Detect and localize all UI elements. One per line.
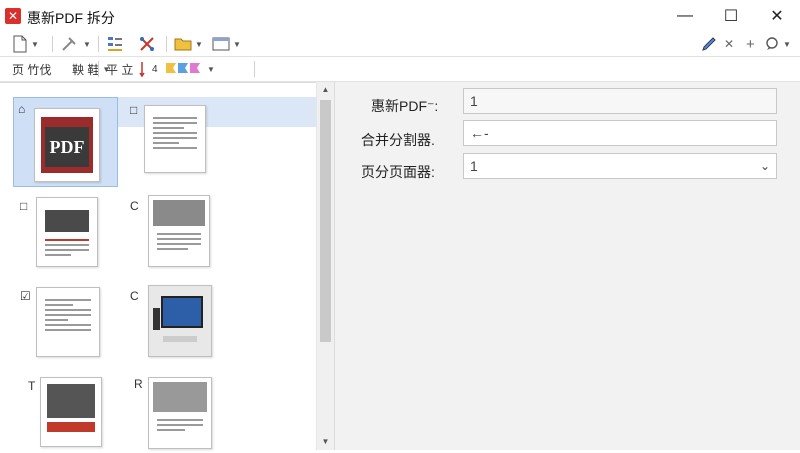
minimize-button[interactable]: —	[662, 0, 708, 32]
toolbar-divider	[98, 36, 99, 52]
page-button[interactable]: 页 竹伐	[12, 59, 51, 79]
list-icon	[108, 37, 122, 51]
window-icon	[212, 37, 230, 51]
chat-icon	[766, 37, 778, 50]
folder-icon	[174, 38, 192, 51]
thumbnail-cell[interactable]: ☑	[20, 283, 110, 363]
splitter-field[interactable]: ←-	[463, 120, 777, 146]
sort-icon	[139, 62, 145, 78]
view-button[interactable]: ▼	[212, 34, 241, 54]
window-title: 惠新PDF 拆分	[27, 10, 115, 26]
thumbnail-scrollbar[interactable]: ▲ ▼	[316, 82, 334, 450]
list-button[interactable]	[106, 34, 124, 54]
image-block	[47, 422, 95, 432]
new-document-button[interactable]: ▼	[12, 34, 39, 54]
image-block	[47, 384, 95, 418]
marker-label: C	[130, 199, 139, 213]
tools-icon	[62, 37, 76, 51]
thumbnail-panel: ⌂ PDF □ □ C ☑ C T R	[0, 82, 316, 451]
toolbar-main: ▼ ▼ ▼ ▼ ✕ + ▼	[0, 32, 800, 57]
toolbar-divider	[254, 61, 255, 77]
pen-button[interactable]	[700, 34, 718, 54]
close-small-button[interactable]: ✕	[724, 34, 734, 54]
thumbnail-cell[interactable]: ⌂ PDF	[13, 97, 118, 187]
chevron-down-icon: ▼	[207, 64, 215, 74]
chevron-down-icon: ▼	[195, 39, 203, 49]
field-label: 页分页面器:	[361, 164, 435, 180]
scroll-up-icon[interactable]: ▲	[317, 82, 334, 98]
text-lines	[45, 296, 91, 334]
format-label: 鞅 鞋	[72, 62, 100, 77]
open-folder-button[interactable]: ▼	[174, 34, 203, 54]
scissors-icon	[140, 37, 154, 51]
flag-icon	[166, 63, 200, 73]
page-thumbnail	[144, 105, 206, 173]
field-label: 合并分割器.	[361, 132, 435, 148]
flags-button[interactable]: ▼	[164, 59, 215, 79]
field-label: 惠新PDF⁻:	[371, 98, 439, 114]
thumbnail-cell[interactable]: C	[130, 193, 220, 273]
text-lines	[153, 114, 197, 152]
marker-label: C	[130, 289, 139, 303]
keyboard-image	[163, 336, 197, 342]
image-block	[153, 200, 205, 226]
document-icon	[13, 35, 27, 53]
pen-icon	[702, 37, 716, 51]
chevron-down-icon: ▼	[783, 39, 791, 49]
speaker-image	[153, 308, 160, 330]
app-icon: ✕	[5, 8, 21, 24]
thumbnail-cell[interactable]: R	[130, 373, 220, 453]
marker-label: □	[20, 199, 28, 213]
marker-label: T	[28, 379, 36, 393]
page-thumbnail	[148, 285, 212, 357]
toolbar-secondary: 页 竹伐 鞅 鞋 ▼ 平 立 4 ▼	[0, 57, 800, 82]
text-lines	[45, 236, 89, 259]
title-bar: ✕ 惠新PDF 拆分 — ☐ ✕	[0, 0, 800, 32]
select-value: 1	[470, 158, 478, 174]
scroll-down-icon[interactable]: ▼	[317, 434, 334, 450]
image-block	[45, 210, 89, 232]
chevron-down-icon: ▼	[83, 39, 91, 49]
text-lines	[157, 230, 201, 253]
page-thumbnail	[36, 287, 100, 357]
page-splitter-select[interactable]: 1 ⌄	[463, 153, 777, 179]
maximize-button[interactable]: ☐	[708, 0, 754, 32]
close-button[interactable]: ✕	[754, 0, 800, 32]
image-block	[153, 382, 207, 412]
scroll-thumb[interactable]	[320, 100, 331, 342]
title-field[interactable]: 1	[463, 88, 777, 114]
sort-button[interactable]: 4	[138, 59, 158, 79]
page-thumbnail	[40, 377, 102, 447]
text-lines	[157, 416, 203, 434]
thumbnail-cell[interactable]: □	[20, 193, 110, 273]
format-button[interactable]: 鞅 鞋 ▼	[72, 59, 110, 79]
sort-number: 4	[152, 63, 158, 75]
toolbar-divider	[52, 36, 53, 52]
chevron-down-icon: ▼	[31, 39, 39, 49]
page-thumbnail	[148, 195, 210, 267]
toolbar-divider	[166, 36, 167, 52]
monitor-image	[161, 296, 203, 328]
page-thumbnail	[148, 377, 212, 449]
marker-label: ☑	[20, 289, 31, 303]
cover-title: PDF	[45, 127, 89, 167]
marker-label: R	[134, 377, 143, 391]
marker-label: ⌂	[18, 102, 26, 116]
chevron-down-icon: ⌄	[759, 159, 770, 173]
chevron-down-icon: ▼	[233, 39, 241, 49]
thumbnail-cell[interactable]: □	[130, 97, 210, 177]
add-button[interactable]: +	[746, 34, 755, 54]
layout-button[interactable]: 平 立	[106, 59, 133, 79]
split-button[interactable]	[138, 34, 156, 54]
properties-panel: 惠新PDF⁻: 1 合并分割器. ←- 页分页面器: 1 ⌄	[334, 82, 800, 450]
marker-label: □	[130, 103, 138, 117]
page-thumbnail	[36, 197, 98, 267]
toolbar-divider	[98, 61, 99, 77]
thumbnail-cell[interactable]: C	[130, 283, 220, 363]
chat-button[interactable]: ▼	[764, 34, 791, 54]
page-thumbnail: PDF	[34, 108, 100, 182]
tools-button[interactable]: ▼	[60, 34, 91, 54]
thumbnail-cell[interactable]: T	[20, 373, 110, 453]
